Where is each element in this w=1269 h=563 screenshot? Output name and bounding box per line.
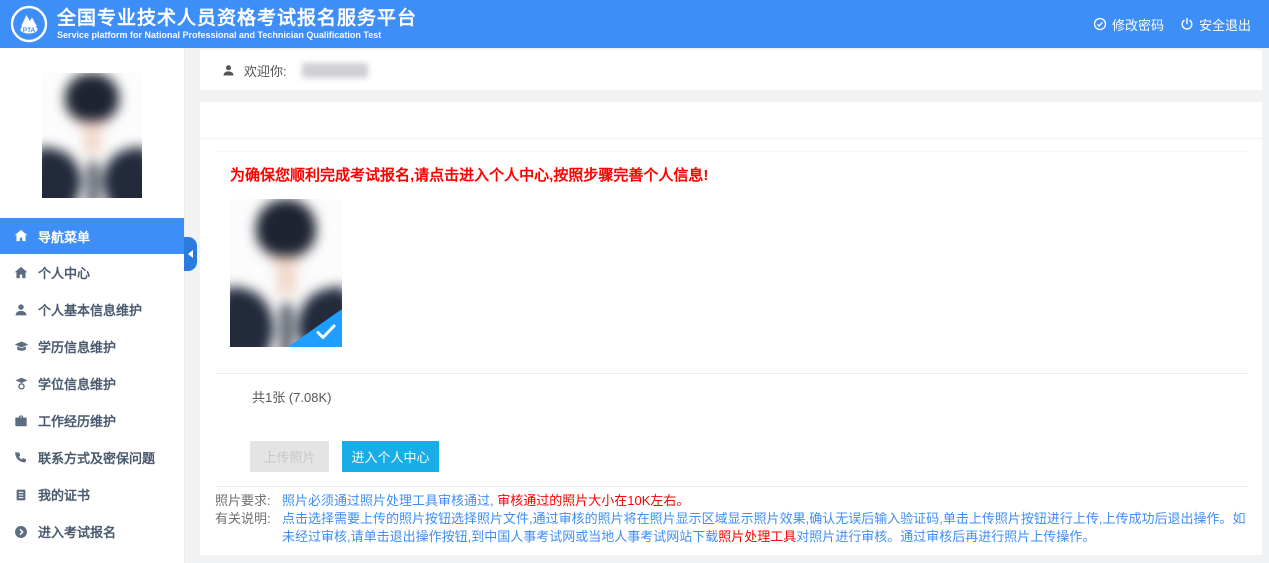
sidebar-id-photo [42, 73, 142, 198]
sidebar-item-label: 个人中心 [38, 263, 90, 282]
pta-logo-icon: PTA [10, 5, 48, 43]
sidebar-item-basic-info[interactable]: 个人基本信息维护 [0, 291, 184, 328]
svg-text:PTA: PTA [23, 27, 36, 34]
sidebar-item-label: 我的证书 [38, 485, 90, 504]
welcome-label: 欢迎你: [244, 61, 287, 80]
notes-line2-post: 对照片进行审核。通过审核后再进行照片上传操作。 [796, 529, 1095, 544]
sidebar: 导航菜单 个人中心 个人基本信息维护 学历信息维护 学位信息维护 [0, 48, 185, 563]
button-row: 上传照片 进入个人中心 [250, 441, 1247, 472]
related-notes-row-continued: 未经过审核,请单击退出操作按钮,到中国人事考试网或当地人事考试网站下载照片处理工… [215, 528, 1247, 546]
home-icon [13, 228, 29, 244]
related-notes-label: 有关说明: [215, 510, 282, 528]
enter-personal-center-button[interactable]: 进入个人中心 [342, 441, 439, 472]
check-circle-icon [1093, 17, 1107, 31]
app-window: PTA 全国专业技术人员资格考试报名服务平台 Service platform … [0, 0, 1269, 563]
photo-count-text: 共1张 (7.08K) [215, 374, 1247, 406]
uploaded-id-photo [230, 199, 342, 347]
platform-title-block: 全国专业技术人员资格考试报名服务平台 Service platform for … [57, 8, 417, 41]
sidebar-nav: 导航菜单 个人中心 个人基本信息维护 学历信息维护 学位信息维护 [0, 218, 184, 550]
top-header: PTA 全国专业技术人员资格考试报名服务平台 Service platform … [0, 0, 1269, 48]
photo-requirements-label: 照片要求: [215, 492, 282, 510]
home-icon [13, 265, 29, 281]
sidebar-item-my-certificates[interactable]: 我的证书 [0, 476, 184, 513]
power-icon [1180, 17, 1194, 31]
certificate-icon [13, 487, 29, 503]
user-icon [222, 64, 235, 77]
degree-icon [13, 376, 29, 392]
graduation-cap-icon [13, 339, 29, 355]
blurred-user-name [302, 63, 368, 78]
instructions-block: 照片要求: 照片必须通过照片处理工具审核通过, 审核通过的照片大小在10K左右。… [215, 487, 1247, 546]
content-panel: 为确保您顺利完成考试报名,请点击进入个人中心,按照步骤完善个人信息! [200, 102, 1262, 555]
welcome-bar: 欢迎你: [200, 50, 1262, 90]
requirement-text-red: 审核通过的照片大小在10K左右。 [497, 493, 689, 508]
notes-line2-pre: 未经过审核,请单击退出操作按钮,到中国人事考试网或当地人事考试网站下载 [282, 529, 718, 544]
requirement-text-blue: 照片必须通过照片处理工具审核通过, [282, 493, 494, 508]
related-notes-row: 有关说明: 点击选择需要上传的照片按钮选择照片文件,通过审核的照片将在照片显示区… [215, 510, 1247, 528]
sidebar-item-label: 学位信息维护 [38, 374, 116, 393]
notes-line1: 点击选择需要上传的照片按钮选择照片文件,通过审核的照片将在照片显示区域显示照片效… [282, 510, 1245, 528]
phone-icon [13, 450, 29, 466]
red-notice-text: 为确保您顺利完成考试报名,请点击进入个人中心,按照步骤完善个人信息! [215, 152, 1247, 185]
check-icon [316, 324, 336, 340]
sidebar-item-education-info[interactable]: 学历信息维护 [0, 328, 184, 365]
photo-requirements-row: 照片要求: 照片必须通过照片处理工具审核通过, 审核通过的照片大小在10K左右。 [215, 492, 1247, 510]
arrow-circle-right-icon [13, 524, 29, 540]
panel-header-strip [200, 102, 1262, 139]
sidebar-item-label: 导航菜单 [38, 227, 90, 246]
header-actions: 修改密码 安全退出 [1093, 15, 1251, 34]
sidebar-item-label: 工作经历维护 [38, 411, 116, 430]
main-content: 欢迎你: 为确保您顺利完成考试报名,请点击进入个人中心,按照步骤完善个人信息! [185, 48, 1269, 563]
chevron-left-icon [188, 250, 193, 258]
briefcase-icon [13, 413, 29, 429]
sidebar-item-label: 个人基本信息维护 [38, 300, 142, 319]
change-password-button[interactable]: 修改密码 [1093, 15, 1164, 34]
sidebar-item-nav-menu[interactable]: 导航菜单 [0, 218, 184, 254]
platform-subtitle: Service platform for National Profession… [57, 29, 417, 41]
upload-photo-button[interactable]: 上传照片 [250, 441, 329, 472]
logout-label: 安全退出 [1199, 15, 1251, 34]
change-password-label: 修改密码 [1112, 15, 1164, 34]
sidebar-item-label: 进入考试报名 [38, 522, 116, 541]
sidebar-collapse-toggle[interactable] [184, 237, 197, 271]
sidebar-item-enter-registration[interactable]: 进入考试报名 [0, 513, 184, 550]
sidebar-item-label: 学历信息维护 [38, 337, 116, 356]
user-icon [13, 302, 29, 318]
sidebar-item-label: 联系方式及密保问题 [38, 448, 155, 467]
sidebar-item-degree-info[interactable]: 学位信息维护 [0, 365, 184, 402]
logout-button[interactable]: 安全退出 [1180, 15, 1251, 34]
photo-upload-section: 为确保您顺利完成考试报名,请点击进入个人中心,按照步骤完善个人信息! [215, 151, 1247, 546]
platform-title: 全国专业技术人员资格考试报名服务平台 [57, 8, 417, 29]
sidebar-item-personal-center[interactable]: 个人中心 [0, 254, 184, 291]
sidebar-item-work-experience[interactable]: 工作经历维护 [0, 402, 184, 439]
sidebar-item-contact-security[interactable]: 联系方式及密保问题 [0, 439, 184, 476]
photo-tool-link[interactable]: 照片处理工具 [718, 529, 796, 544]
